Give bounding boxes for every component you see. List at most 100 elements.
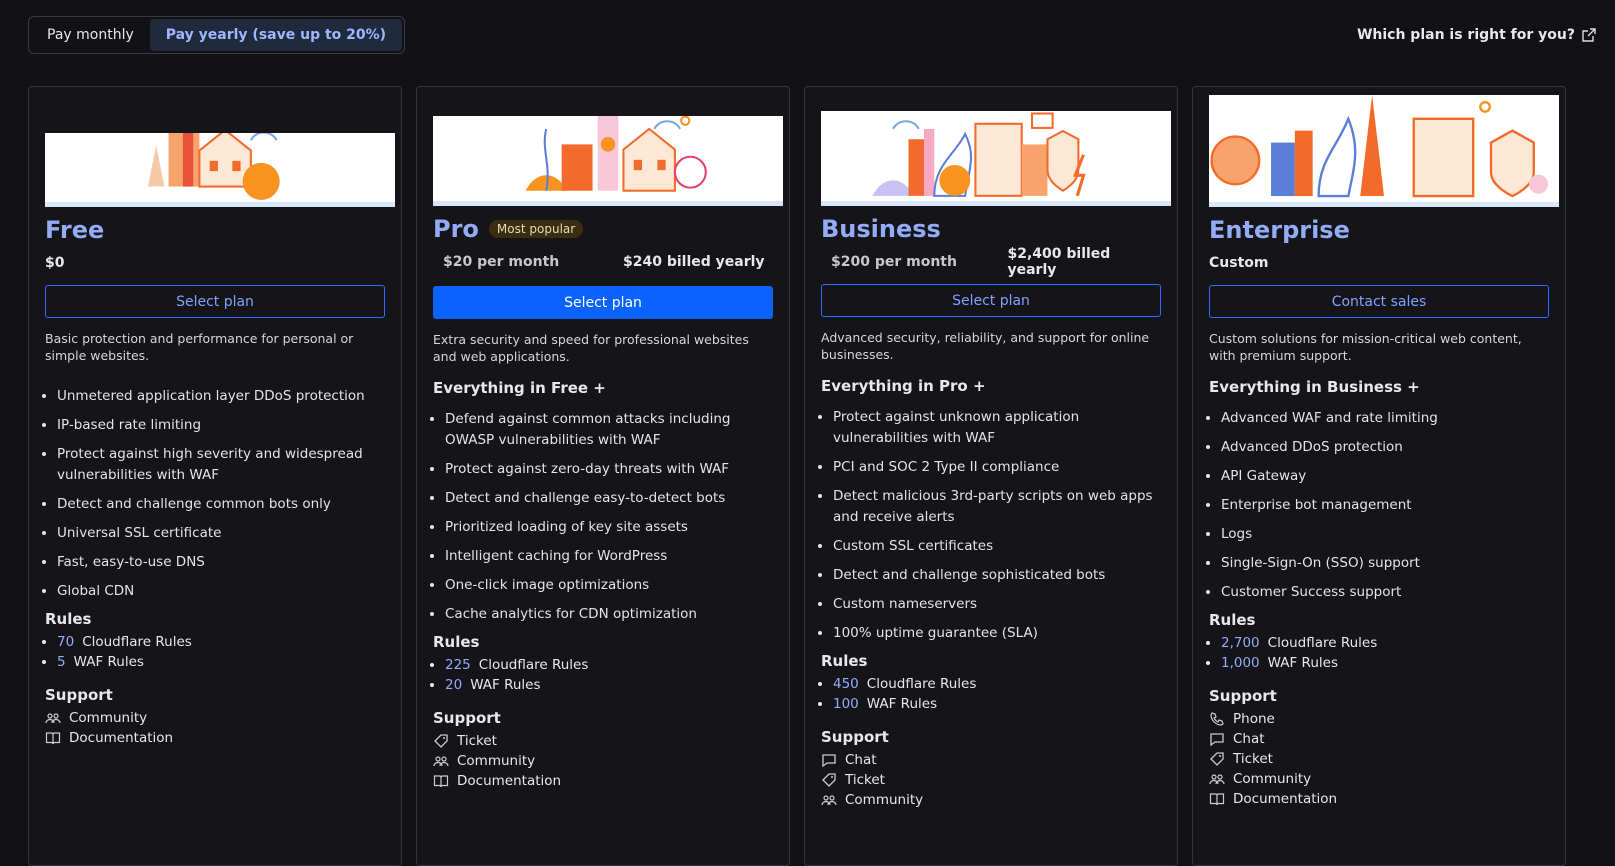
rule-item: 2,700 Cloudflare Rules	[1221, 633, 1549, 653]
support-list: Phone Chat Ticket Community Documentation	[1209, 709, 1549, 809]
which-plan-link[interactable]: Which plan is right for you?	[1357, 27, 1597, 43]
select-plan-button[interactable]: Select plan	[45, 285, 385, 318]
rules-list: 450 Cloudflare Rules 100 WAF Rules	[821, 674, 1161, 714]
plan-name-row: Pro Most popular	[433, 214, 773, 244]
plan-name: Business	[821, 215, 941, 243]
price-row: Custom	[1209, 253, 1549, 273]
rule-item: 5 WAF Rules	[57, 652, 385, 672]
feature-item: Intelligent caching for WordPress	[445, 546, 773, 567]
support-heading: Support	[45, 686, 113, 704]
rule-item: 450 Cloudflare Rules	[833, 674, 1161, 694]
support-label: Ticket	[845, 772, 885, 788]
rules-heading: Rules	[433, 633, 480, 651]
price-row: $20 per month $240 billed yearly	[433, 252, 773, 272]
feature-item: Prioritized loading of key site assets	[445, 517, 773, 538]
billing-toggle: Pay monthly Pay yearly (save up to 20%)	[28, 16, 406, 54]
most-popular-badge: Most popular	[488, 220, 584, 238]
rule-label: Cloudflare Rules	[82, 634, 192, 650]
rules-list: 70 Cloudflare Rules 5 WAF Rules	[45, 632, 385, 672]
rule-count: 225	[445, 657, 471, 673]
support-item-chat: Chat	[821, 750, 1161, 770]
feature-item: Fast, easy-to-use DNS	[57, 552, 385, 573]
ticket-icon	[822, 773, 836, 787]
support-item-documentation: Documentation	[433, 771, 773, 791]
plan-name: Enterprise	[1209, 216, 1350, 244]
support-label: Chat	[845, 752, 877, 768]
support-heading: Support	[1209, 687, 1277, 705]
plan-price: Custom	[1209, 255, 1269, 271]
support-label: Community	[1233, 771, 1312, 787]
plan-name: Free	[45, 216, 105, 244]
rule-count: 70	[57, 634, 75, 650]
plan-name: Pro	[433, 215, 479, 243]
rule-item: 20 WAF Rules	[445, 675, 773, 695]
plan-card-free: Free $0 Select plan Basic protection and…	[28, 86, 402, 866]
feature-item: PCI and SOC 2 Type II compliance	[833, 457, 1161, 478]
rule-item: 100 WAF Rules	[833, 694, 1161, 714]
documentation-icon	[45, 732, 61, 745]
rule-count: 20	[445, 677, 463, 693]
plan-price: $0	[45, 255, 65, 271]
everything-in-heading: Everything in Pro +	[821, 377, 986, 395]
feature-list: Unmetered application layer DDoS protect…	[45, 386, 385, 602]
plan-cards: Free $0 Select plan Basic protection and…	[28, 86, 1566, 866]
price-row: $200 per month $2,400 billed yearly	[821, 246, 1161, 278]
plan-illustration	[433, 116, 783, 206]
feature-list: Defend against common attacks including …	[433, 409, 773, 625]
plan-card-enterprise: Enterprise Custom Contact sales Custom s…	[1192, 86, 1566, 866]
feature-item: Enterprise bot management	[1221, 495, 1549, 516]
plan-name-row: Enterprise	[1209, 215, 1549, 245]
feature-item: Universal SSL certificate	[57, 523, 385, 544]
feature-item: Customer Success support	[1221, 582, 1549, 603]
select-plan-button[interactable]: Select plan	[433, 286, 773, 319]
plan-name-row: Business	[821, 214, 1161, 244]
support-heading: Support	[433, 709, 501, 727]
rule-item: 1,000 WAF Rules	[1221, 653, 1549, 673]
rule-count: 100	[833, 696, 859, 712]
support-item-ticket: Ticket	[1209, 749, 1549, 769]
support-item-community: Community	[433, 751, 773, 771]
select-plan-button[interactable]: Select plan	[821, 284, 1161, 317]
feature-item: 100% uptime guarantee (SLA)	[833, 623, 1161, 644]
plan-illustration	[1209, 95, 1559, 207]
which-plan-link-label: Which plan is right for you?	[1356, 27, 1575, 43]
rule-count: 450	[833, 676, 859, 692]
feature-item: Unmetered application layer DDoS protect…	[57, 386, 385, 407]
support-label: Ticket	[1233, 751, 1273, 767]
community-icon	[433, 756, 449, 767]
everything-in-heading: Everything in Free +	[433, 379, 606, 397]
pay-monthly-button[interactable]: Pay monthly	[31, 19, 150, 51]
feature-item: Detect and challenge common bots only	[57, 494, 385, 515]
community-icon	[1209, 774, 1225, 785]
support-list: Community Documentation	[45, 708, 385, 748]
support-label: Community	[69, 710, 148, 726]
rule-label: WAF Rules	[73, 654, 144, 670]
rule-label: Cloudflare Rules	[866, 676, 977, 692]
feature-item: Advanced WAF and rate limiting	[1221, 408, 1549, 429]
rules-list: 2,700 Cloudflare Rules 1,000 WAF Rules	[1209, 633, 1549, 673]
feature-item: Detect and challenge sophisticated bots	[833, 565, 1161, 586]
plan-description: Custom solutions for mission-critical we…	[1209, 331, 1522, 363]
feature-item: One-click image optimizations	[445, 575, 773, 596]
pay-yearly-button[interactable]: Pay yearly (save up to 20%)	[149, 19, 403, 51]
support-item-ticket: Ticket	[821, 770, 1161, 790]
plan-illustration	[45, 133, 395, 207]
feature-list: Protect against unknown application vuln…	[821, 407, 1161, 644]
feature-item: Custom nameservers	[833, 594, 1161, 615]
community-icon	[45, 713, 61, 724]
plan-price-yearly: $240 billed yearly	[623, 254, 765, 270]
rule-count: 2,700	[1221, 635, 1260, 651]
feature-item: Cache analytics for CDN optimization	[445, 604, 773, 625]
plan-name-row: Free	[45, 215, 385, 245]
feature-item: Detect and challenge easy-to-detect bots	[445, 488, 773, 509]
feature-item: Global CDN	[57, 581, 385, 602]
support-item-community: Community	[821, 790, 1161, 810]
support-item-documentation: Documentation	[1209, 789, 1549, 809]
documentation-icon	[1209, 793, 1225, 806]
support-item-community: Community	[1209, 769, 1549, 789]
plan-description: Extra security and speed for professiona…	[433, 332, 749, 364]
support-item-documentation: Documentation	[45, 728, 385, 748]
rule-label: Cloudflare Rules	[478, 657, 589, 673]
feature-item: Protect against unknown application vuln…	[833, 407, 1161, 449]
contact-sales-button[interactable]: Contact sales	[1209, 285, 1549, 318]
